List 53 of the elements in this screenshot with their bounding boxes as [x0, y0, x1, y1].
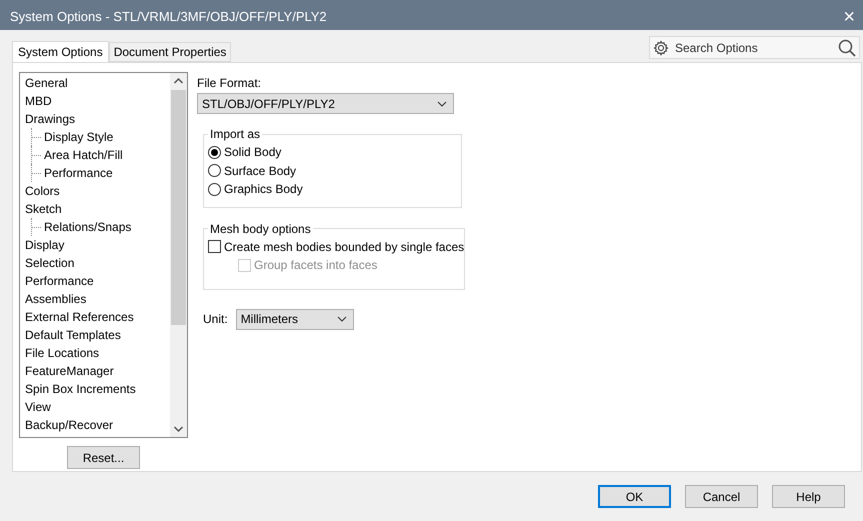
- tree-connector-line: [31, 164, 44, 182]
- tree-item[interactable]: Default Templates: [25, 328, 121, 342]
- tree-connector-line: [31, 128, 44, 146]
- radio-option[interactable]: Solid Body: [208, 143, 461, 162]
- radio-button[interactable]: [208, 164, 221, 178]
- dialog-button[interactable]: Help: [772, 485, 845, 508]
- tree-item[interactable]: View: [25, 400, 51, 414]
- tree-item[interactable]: Colors: [25, 184, 60, 198]
- dialog-button[interactable]: Cancel: [685, 485, 758, 508]
- tree-item[interactable]: MBD: [25, 94, 52, 108]
- search-box[interactable]: Search Options: [649, 36, 860, 59]
- tree-item[interactable]: Relations/Snaps: [44, 220, 132, 234]
- tree-item[interactable]: Performance: [44, 166, 113, 180]
- checkbox[interactable]: [208, 240, 221, 254]
- tree-item[interactable]: Drawings: [25, 112, 76, 126]
- radio-button[interactable]: [208, 146, 221, 159]
- radio-button[interactable]: [208, 182, 221, 196]
- search-field[interactable]: Search Options: [673, 40, 834, 56]
- reset-button[interactable]: Reset...: [67, 446, 140, 469]
- tree-item[interactable]: Selection: [25, 256, 74, 270]
- group-title: Mesh body options: [209, 222, 312, 236]
- dialog-button[interactable]: OK: [598, 485, 671, 508]
- close-button[interactable]: ×: [843, 6, 855, 26]
- tab[interactable]: System Options: [12, 41, 109, 63]
- tree-item[interactable]: Sketch: [25, 202, 62, 216]
- search-icon[interactable]: [838, 38, 856, 56]
- tree-item[interactable]: Spin Box Increments: [25, 382, 136, 396]
- tree-item[interactable]: External References: [25, 310, 134, 324]
- tree-item[interactable]: Performance: [25, 274, 94, 288]
- tab[interactable]: Document Properties: [108, 42, 232, 62]
- tree-item[interactable]: Area Hatch/Fill: [44, 148, 123, 162]
- tree-item[interactable]: FeatureManager: [25, 364, 114, 378]
- tree-item[interactable]: Backup/Recover: [25, 418, 114, 432]
- file-format-dropdown[interactable]: STL/OBJ/OFF/PLY/PLY2: [197, 93, 454, 114]
- dropdown-caret-icon: [336, 316, 347, 322]
- tree-connector-line: [31, 146, 44, 164]
- scrollbar[interactable]: [170, 73, 187, 437]
- field-label: Unit:: [203, 312, 228, 326]
- unit-dropdown[interactable]: Millimeters: [236, 308, 354, 330]
- tree-item[interactable]: Display: [25, 238, 64, 252]
- tree-item[interactable]: Display Style: [44, 130, 114, 144]
- group-title: Import as: [209, 127, 262, 141]
- window-title: System Options - STL/VRML/3MF/OBJ/OFF/PLY/PLY2: [10, 9, 327, 24]
- tree-item[interactable]: General: [25, 76, 68, 90]
- field-label: File Format:: [197, 76, 262, 90]
- tree-item[interactable]: Assemblies: [25, 292, 86, 306]
- gear-icon: [653, 40, 669, 56]
- tree-connector-line: [31, 218, 44, 236]
- radio-option[interactable]: Surface Body: [208, 162, 461, 180]
- dropdown-caret-icon: [437, 100, 447, 106]
- tree-item[interactable]: File Locations: [25, 346, 100, 360]
- radio-option[interactable]: Graphics Body: [208, 180, 461, 198]
- checkbox-option[interactable]: Create mesh bodies bounded by single faces: [208, 238, 464, 256]
